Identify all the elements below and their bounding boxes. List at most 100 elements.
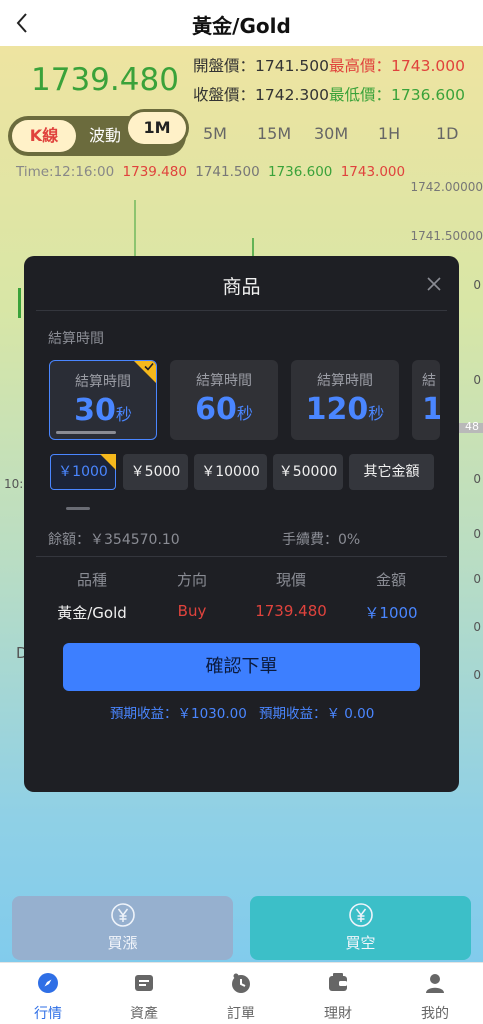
close-value: 1742.300 <box>255 86 329 104</box>
fee-label: 手續費： <box>282 532 338 548</box>
current-price: 1739.480 <box>31 62 179 98</box>
tab-profile[interactable]: 我的 <box>387 963 483 1024</box>
confirm-order-button[interactable]: 確認下單 <box>63 643 420 691</box>
time-label: Time: <box>16 164 54 180</box>
time-value: 1 <box>422 392 440 427</box>
y-axis-label-partial: 0 <box>473 527 481 541</box>
buy-up-label: 買漲 <box>107 934 138 952</box>
amount-option-5000[interactable]: ￥5000 <box>123 454 188 490</box>
expected-label: 預期收益： <box>110 706 178 722</box>
time-option-30[interactable]: 結算時間 30秒 <box>49 360 157 440</box>
buy-up-button[interactable]: 買漲 <box>12 896 233 960</box>
period-bar: K線 波動 1M 5M 15M 30M 1H 1D <box>0 108 483 162</box>
balance-label: 餘額： <box>48 532 90 548</box>
close-label: 收盤價： <box>193 86 256 104</box>
period-tab-15m[interactable]: 15M <box>257 124 291 143</box>
y-axis-label-partial: 0 <box>473 572 481 586</box>
bottom-tab-bar: 行情 資產 訂單 理財 我的 <box>0 962 483 1024</box>
high-label: 最高價： <box>328 57 391 75</box>
order-modal: 商品 結算時間 結算時間 30秒 結算時間 60秒 結算時間 120秒 結 1 … <box>24 256 459 792</box>
period-tab-5m[interactable]: 5M <box>203 124 227 143</box>
candle-body <box>18 288 21 318</box>
low-value: 1736.600 <box>391 86 465 104</box>
time-option-value: 60秒 <box>170 392 278 427</box>
amount-option-10000[interactable]: ￥10000 <box>194 454 267 490</box>
modal-title: 商品 <box>222 276 261 298</box>
finance-icon <box>329 973 347 991</box>
time-option-label: 結算時間 <box>317 373 373 389</box>
expected-value: ￥ 0.00 <box>326 706 375 722</box>
tab-assets-label: 資產 <box>130 1006 158 1022</box>
wave-tab[interactable]: 波動 <box>80 120 130 152</box>
tab-finance-label: 理財 <box>324 1006 352 1022</box>
y-axis-label-partial: 0 <box>473 668 481 682</box>
time-option-value: 120秒 <box>291 392 399 427</box>
yen-coin-icon <box>111 903 135 927</box>
tab-orders[interactable]: 訂單 <box>193 963 289 1024</box>
buy-down-button[interactable]: 買空 <box>250 896 471 960</box>
user-icon <box>426 974 444 993</box>
buy-down-label: 買空 <box>345 934 376 952</box>
divider <box>36 310 447 311</box>
low-label: 最低價： <box>328 86 391 104</box>
time-option-more[interactable]: 結 1 <box>412 360 440 440</box>
time-option-120[interactable]: 結算時間 120秒 <box>291 360 399 440</box>
candle-value-3: 1736.600 <box>267 164 333 180</box>
order-symbol: 黃金/Gold <box>57 604 127 622</box>
open-label: 開盤價： <box>193 57 256 75</box>
time-value: 120 <box>305 392 369 427</box>
period-tab-30m[interactable]: 30M <box>314 124 348 143</box>
y-axis-label-partial: 48 <box>465 420 479 433</box>
time-option-60[interactable]: 結算時間 60秒 <box>170 360 278 440</box>
page-title: 黃金/Gold <box>192 14 291 38</box>
divider <box>36 556 447 557</box>
tab-assets[interactable]: 資產 <box>96 963 192 1024</box>
balance-info: 餘額：￥354570.10 <box>48 529 180 549</box>
tab-market[interactable]: 行情 <box>0 963 96 1024</box>
tab-orders-label: 訂單 <box>227 1006 255 1022</box>
col-amount-header: 金額 <box>375 571 406 589</box>
time-option-bar <box>56 431 116 434</box>
y-axis-label: 1742.00000 <box>410 180 483 194</box>
period-tab-1d[interactable]: 1D <box>436 124 459 143</box>
candle-value-2: 1741.500 <box>195 164 260 180</box>
tab-profile-label: 我的 <box>421 1006 449 1022</box>
clock-order-icon <box>232 973 250 993</box>
time-value: 12:16:00 <box>53 164 115 180</box>
balance-value: ￥354570.10 <box>90 532 180 548</box>
scroll-indicator <box>66 507 90 510</box>
wallet-icon <box>135 975 153 991</box>
order-direction: Buy <box>177 602 207 620</box>
time-unit: 秒 <box>115 405 132 424</box>
col-symbol-header: 品種 <box>76 571 107 589</box>
amount-option-other[interactable]: 其它金額 <box>349 454 434 490</box>
quote-row-open-high: 開盤價：1741.500最高價：1743.000 <box>193 54 465 76</box>
y-axis-label-partial: 0 <box>473 620 481 634</box>
time-value: 60 <box>195 392 237 427</box>
candle-value-4: 1743.000 <box>340 164 406 180</box>
tab-market-label: 行情 <box>34 1006 62 1022</box>
tab-finance[interactable]: 理財 <box>290 963 386 1024</box>
open-value: 1741.500 <box>255 57 329 75</box>
kline-tab[interactable]: K線 <box>12 120 76 152</box>
time-unit: 秒 <box>236 404 253 423</box>
compass-icon <box>38 973 58 993</box>
order-price: 1739.480 <box>255 602 327 620</box>
time-option-value: 1 <box>422 392 440 427</box>
yen-coin-icon <box>349 903 373 927</box>
amount-option-50000[interactable]: ￥50000 <box>273 454 343 490</box>
quote-panel: 1739.480 開盤價：1741.500最高價：1743.000 收盤價：17… <box>0 46 483 108</box>
close-icon[interactable] <box>424 274 444 294</box>
period-tab-1m[interactable]: 1M <box>128 112 186 144</box>
selected-badge <box>100 454 116 470</box>
expected-label: 預期收益： <box>259 706 327 722</box>
expected-value: ￥1030.00 <box>177 706 247 722</box>
fee-value: 0% <box>338 532 361 548</box>
y-axis-label-partial: 0 <box>473 278 481 292</box>
top-bar: 黃金/Gold <box>0 0 483 46</box>
time-option-label: 結 <box>422 373 436 389</box>
settle-time-label: 結算時間 <box>48 331 104 347</box>
period-tab-1h[interactable]: 1H <box>378 124 400 143</box>
candle-info-row: Time:12:16:00 1739.480 1741.500 1736.600… <box>16 164 405 180</box>
time-option-label: 結算時間 <box>196 373 252 389</box>
